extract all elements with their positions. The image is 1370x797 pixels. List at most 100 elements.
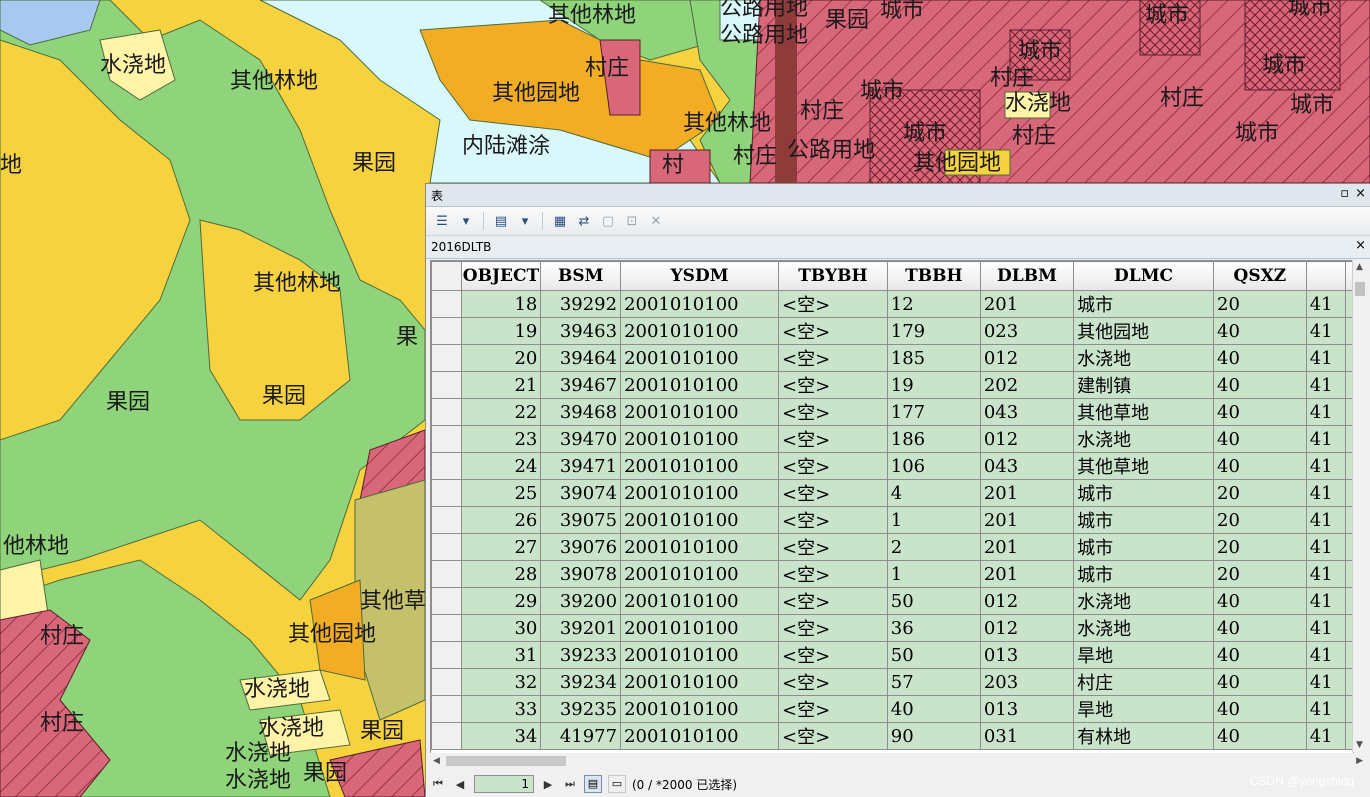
table-cell[interactable]: 39234 (540, 668, 622, 696)
table-cell[interactable]: <空> (778, 452, 888, 480)
table-cell[interactable]: 39470 (540, 425, 622, 453)
table-cell[interactable]: 19 (886, 371, 981, 399)
table-cell[interactable]: 2001010100 (620, 398, 780, 426)
table-cell[interactable]: 013 (979, 695, 1075, 723)
close-button[interactable]: × (1355, 186, 1366, 201)
table-cell[interactable]: 40 (1213, 695, 1307, 723)
table-cell[interactable]: 203 (979, 668, 1075, 696)
table-cell[interactable]: 39292 (540, 290, 622, 318)
dropdown-icon[interactable]: ▾ (515, 211, 535, 231)
table-cell[interactable]: 39464 (540, 344, 622, 372)
table-cell[interactable]: <空> (778, 668, 888, 696)
row-selector[interactable] (431, 290, 462, 318)
table-cell[interactable]: 城市 (1073, 506, 1214, 534)
table-cell[interactable]: 41 (1305, 533, 1347, 561)
table-cell[interactable]: 2001010100 (620, 587, 780, 615)
table-cell[interactable]: 043 (979, 398, 1075, 426)
table-cell[interactable]: 23 (460, 425, 542, 453)
table-cell[interactable]: 39201 (540, 614, 622, 642)
table-cell[interactable]: 202 (979, 371, 1075, 399)
table-cell[interactable]: 41 (1305, 479, 1347, 507)
table-cell[interactable]: 有林地 (1073, 722, 1214, 750)
column-header[interactable]: QSXZ (1213, 261, 1307, 291)
table-cell[interactable]: 185 (886, 344, 981, 372)
table-cell[interactable]: 41 (1305, 587, 1347, 615)
table-cell[interactable]: 177 (886, 398, 981, 426)
table-row[interactable]: 20 39464 2001010100 <空> 185 012 水浇地 40 41 (431, 344, 1353, 372)
table-cell[interactable]: <空> (778, 560, 888, 588)
table-cell[interactable]: 32 (460, 668, 542, 696)
table-cell[interactable]: <空> (778, 641, 888, 669)
table-cell[interactable]: 57 (886, 668, 981, 696)
table-cell[interactable]: 41 (1305, 560, 1347, 588)
table-cell[interactable]: <空> (778, 722, 888, 750)
row-selector[interactable] (431, 587, 462, 615)
restore-button[interactable]: ▫ (1340, 186, 1349, 201)
table-cell[interactable]: 2001010100 (620, 506, 780, 534)
table-cell[interactable]: 22 (460, 398, 542, 426)
row-selector[interactable] (431, 614, 462, 642)
table-cell[interactable]: 39075 (540, 506, 622, 534)
table-cell[interactable]: 29 (460, 587, 542, 615)
table-row[interactable]: 18 39292 2001010100 <空> 12 201 城市 20 41 (431, 290, 1353, 318)
vertical-scrollbar[interactable]: ▲ ▼ (1352, 260, 1367, 752)
table-cell[interactable]: 26 (460, 506, 542, 534)
table-cell[interactable]: <空> (778, 290, 888, 318)
row-selector[interactable] (431, 479, 462, 507)
table-cell[interactable]: 031 (979, 722, 1075, 750)
table-cell[interactable]: <空> (778, 371, 888, 399)
table-row[interactable]: 33 39235 2001010100 <空> 40 013 旱地 40 41 (431, 695, 1353, 723)
table-row[interactable]: 22 39468 2001010100 <空> 177 043 其他草地 40 41 (431, 398, 1353, 426)
current-record-input[interactable]: 1 (474, 775, 534, 793)
table-cell[interactable]: 40 (1213, 587, 1307, 615)
table-cell[interactable]: 41 (1305, 668, 1347, 696)
table-cell[interactable]: 20 (1213, 533, 1307, 561)
table-row[interactable]: 26 39075 2001010100 <空> 1 201 城市 20 41 (431, 506, 1353, 534)
table-row[interactable]: 32 39234 2001010100 <空> 57 203 村庄 40 41 (431, 668, 1353, 696)
previous-record-button[interactable]: ◀ (452, 778, 468, 791)
table-cell[interactable]: 39467 (540, 371, 622, 399)
vertical-scroll-thumb[interactable] (1355, 282, 1365, 296)
table-row[interactable]: 19 39463 2001010100 <空> 179 023 其他园地 40 41 (431, 317, 1353, 345)
table-cell[interactable]: 25 (460, 479, 542, 507)
related-tables-icon[interactable]: ▤ (491, 211, 511, 231)
table-cell[interactable]: <空> (778, 614, 888, 642)
table-cell[interactable]: 2001010100 (620, 668, 780, 696)
table-cell[interactable]: 30 (460, 614, 542, 642)
table-cell[interactable]: 2 (886, 533, 981, 561)
table-row[interactable]: 29 39200 2001010100 <空> 50 012 水浇地 40 41 (431, 587, 1353, 615)
table-cell[interactable]: 41 (1305, 695, 1347, 723)
table-cell[interactable]: 城市 (1073, 290, 1214, 318)
table-cell[interactable]: 41 (1305, 398, 1347, 426)
table-cell[interactable]: 50 (886, 641, 981, 669)
table-cell[interactable]: 023 (979, 317, 1075, 345)
table-cell[interactable]: 50 (886, 587, 981, 615)
table-cell[interactable]: 2001010100 (620, 290, 780, 318)
delete-selected-icon[interactable]: ✕ (646, 211, 666, 231)
row-selector[interactable] (431, 533, 462, 561)
table-cell[interactable]: <空> (778, 695, 888, 723)
table-cell[interactable]: 41 (1305, 344, 1347, 372)
table-cell[interactable]: 2001010100 (620, 722, 780, 750)
table-cell[interactable]: 39233 (540, 641, 622, 669)
table-cell[interactable]: 2001010100 (620, 371, 780, 399)
scroll-left-icon[interactable]: ◀ (433, 756, 440, 766)
table-cell[interactable]: 41 (1305, 614, 1347, 642)
table-cell[interactable]: 40 (1213, 614, 1307, 642)
table-cell[interactable]: 179 (886, 317, 981, 345)
table-cell[interactable]: 41 (1305, 506, 1347, 534)
table-cell[interactable]: 201 (979, 479, 1075, 507)
last-record-button[interactable]: ⏭ (562, 777, 578, 791)
row-selector-header[interactable] (431, 261, 462, 291)
row-selector[interactable] (431, 317, 462, 345)
table-cell[interactable]: 2001010100 (620, 614, 780, 642)
table-cell[interactable]: 39076 (540, 533, 622, 561)
table-cell[interactable]: 41 (1305, 722, 1347, 750)
table-tab[interactable]: 2016DLTB × (426, 236, 1370, 259)
table-cell[interactable]: 41 (1305, 641, 1347, 669)
table-row[interactable]: 27 39076 2001010100 <空> 2 201 城市 20 41 (431, 533, 1353, 561)
table-cell[interactable]: 19 (460, 317, 542, 345)
table-cell[interactable]: 2001010100 (620, 641, 780, 669)
table-cell[interactable]: 城市 (1073, 479, 1214, 507)
table-cell[interactable]: 40 (1213, 722, 1307, 750)
